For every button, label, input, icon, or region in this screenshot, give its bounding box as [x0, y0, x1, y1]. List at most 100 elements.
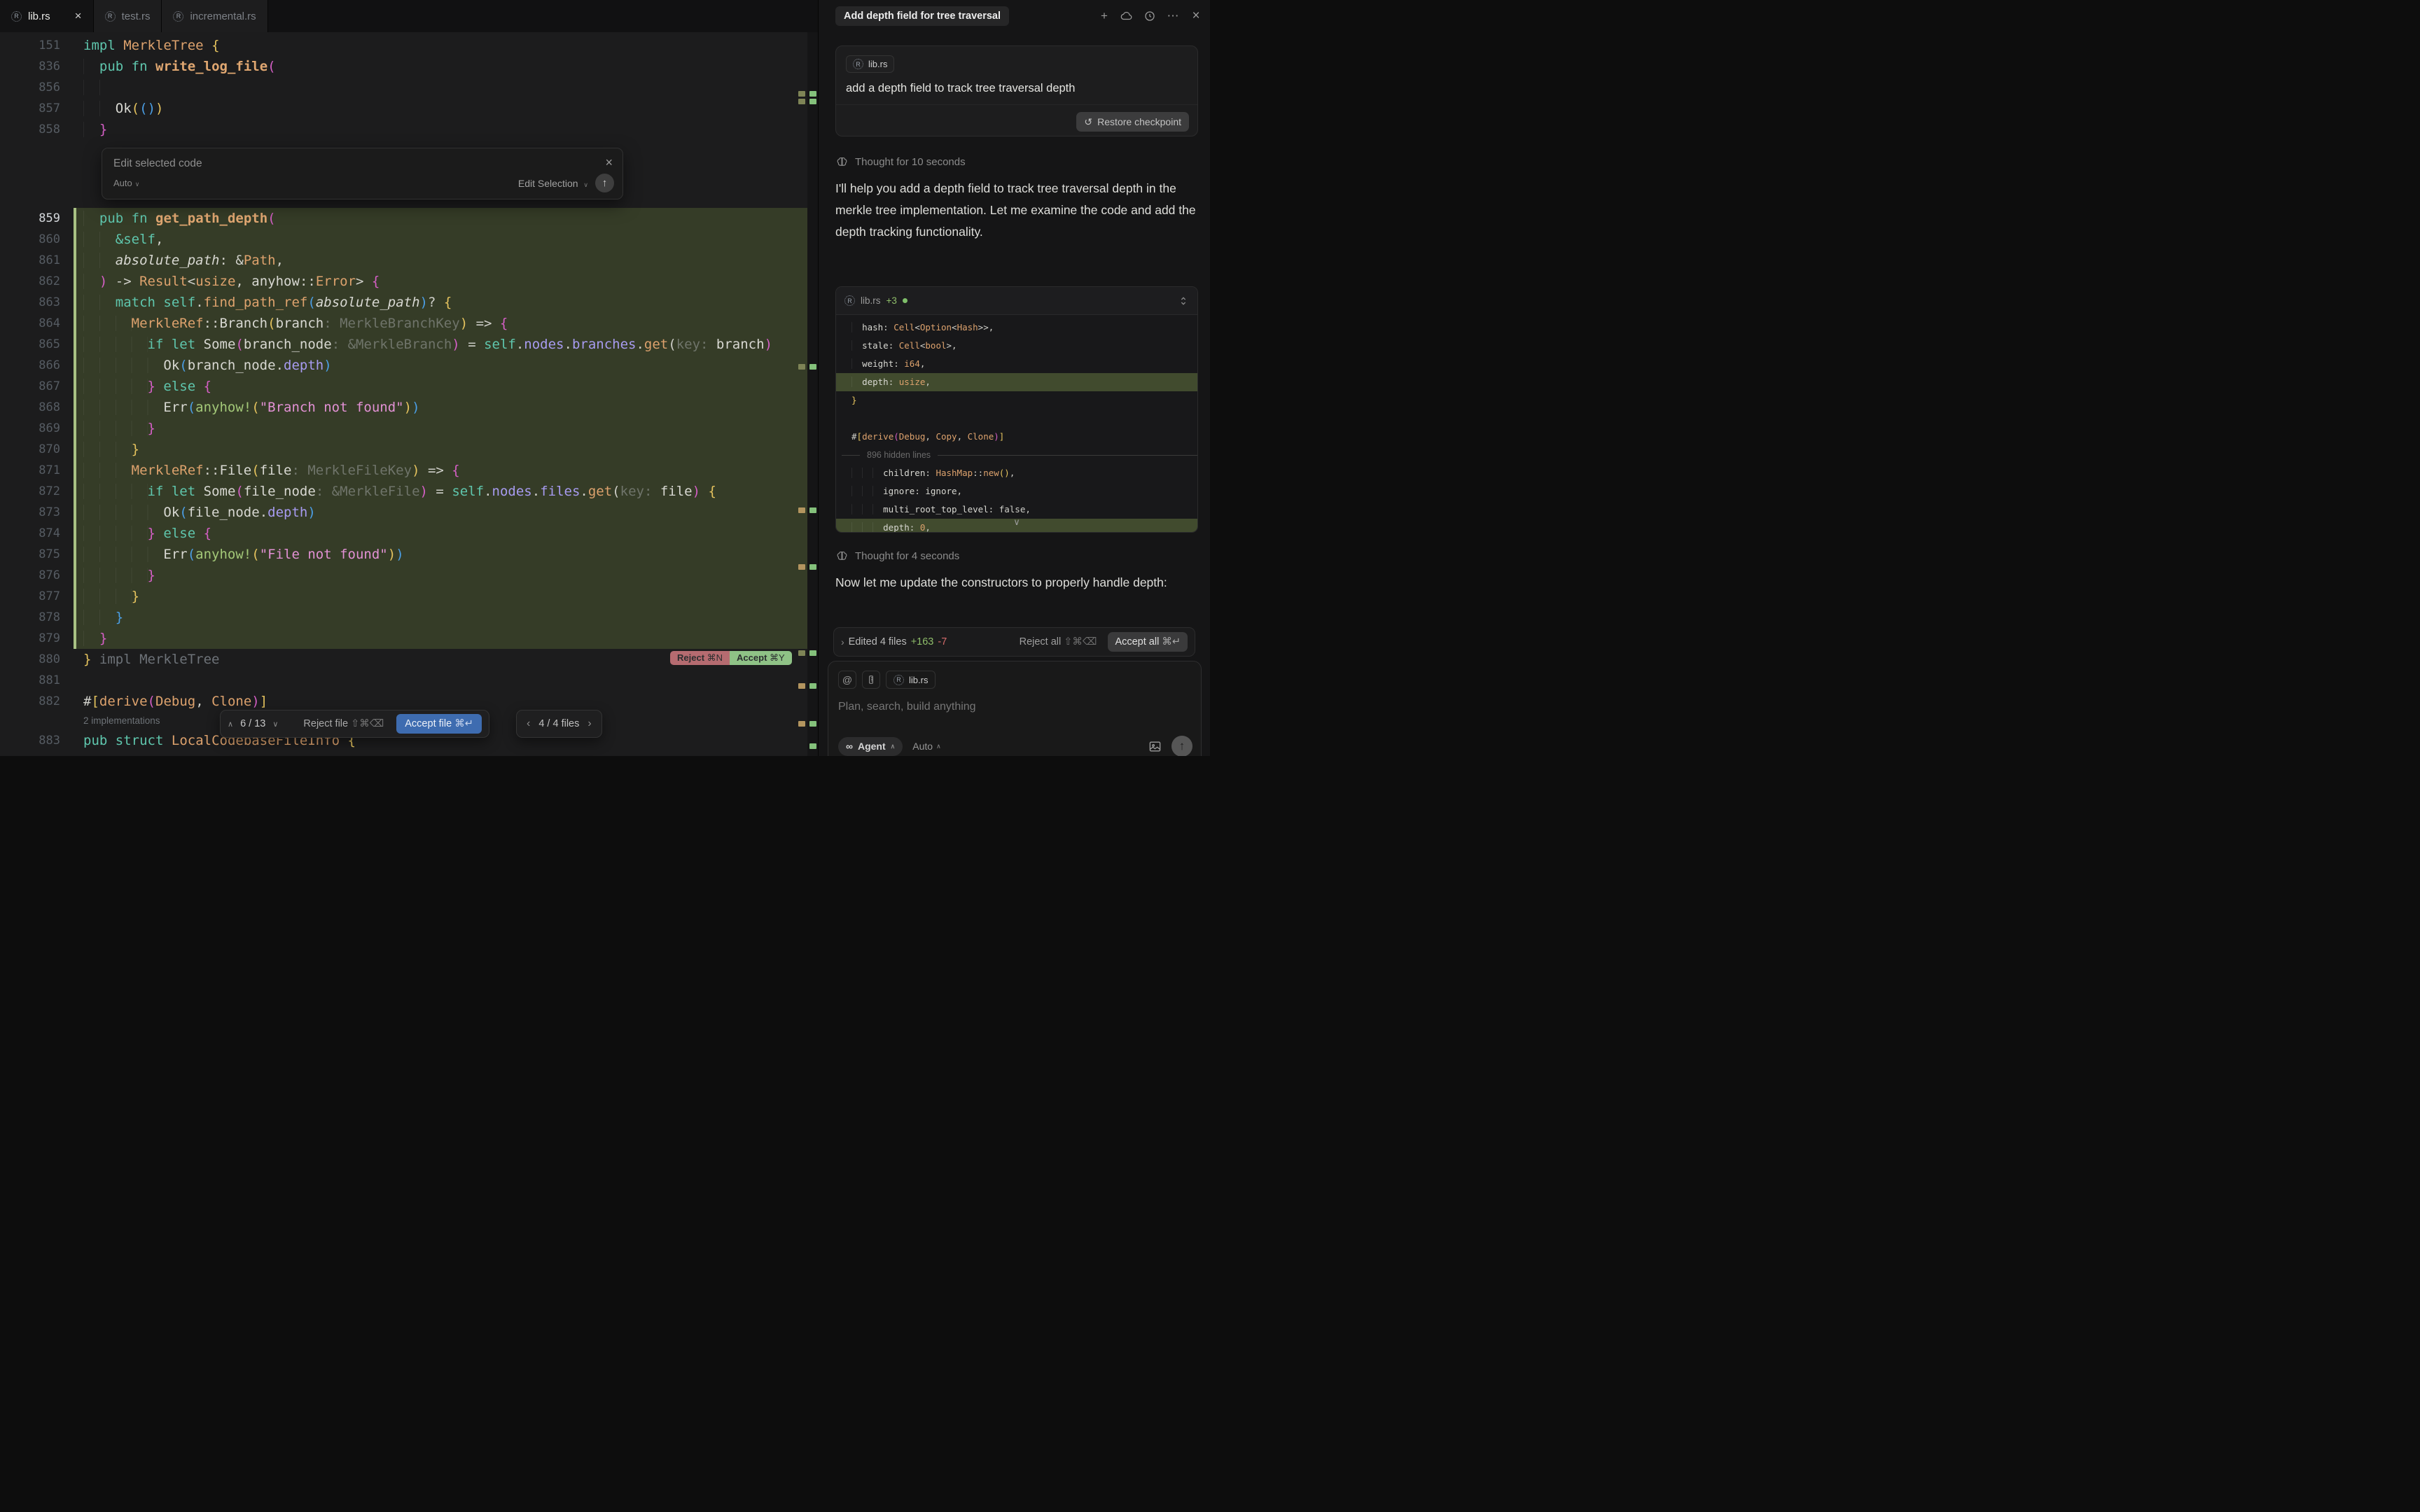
code-line[interactable]: 864 MerkleRef::Branch(branch: MerkleBran…	[0, 313, 807, 334]
close-icon[interactable]: ×	[605, 155, 613, 170]
edit-selected-code-dialog: Edit selected code × Auto∨ Edit Selectio…	[102, 148, 623, 200]
app-window: R lib.rs × R test.rs R incremental.rs 15…	[0, 0, 1210, 756]
reject-file-button[interactable]: Reject file ⇧⌘⌫	[303, 718, 384, 729]
minimap-change-marker	[798, 364, 805, 370]
chat-composer[interactable]: @ R lib.rs Plan, search, build anything …	[828, 661, 1202, 756]
code-line[interactable]: 873 Ok(file_node.depth)	[0, 502, 807, 523]
expand-chevron-icon[interactable]: ›	[841, 636, 844, 648]
tab-incremental-rs[interactable]: R incremental.rs	[162, 0, 267, 32]
attach-image-icon[interactable]	[1148, 740, 1162, 753]
more-options-icon[interactable]: ⋯	[1166, 9, 1180, 23]
code-line[interactable]: 858 }	[0, 119, 807, 140]
code-line[interactable]: 869 }	[0, 418, 807, 439]
code-line[interactable]: 872 if let Some(file_node: &MerkleFile) …	[0, 481, 807, 502]
code-viewport[interactable]: 151impl MerkleTree {836 pub fn write_log…	[0, 32, 818, 756]
minimap-change-marker	[809, 650, 816, 656]
model-dropdown[interactable]: Auto ∧	[912, 741, 940, 752]
user-message-text: add a depth field to track tree traversa…	[846, 82, 1188, 95]
code-line[interactable]: 861 absolute_path: &Path,	[0, 250, 807, 271]
new-chat-icon[interactable]: +	[1097, 9, 1111, 23]
code-line[interactable]: 879 }	[0, 628, 807, 649]
code-line[interactable]: 863 match self.find_path_ref(absolute_pa…	[0, 292, 807, 313]
code-line[interactable]: 862 ) -> Result<usize, anyhow::Error> {	[0, 271, 807, 292]
close-panel-icon[interactable]: ×	[1189, 9, 1203, 23]
thought-duration[interactable]: Thought for 10 seconds	[835, 155, 966, 169]
thought-duration[interactable]: Thought for 4 seconds	[835, 550, 959, 563]
rust-file-icon: R	[853, 59, 863, 69]
diff-code-line: stale: Cell<bool>,	[836, 337, 1197, 355]
minimap-change-marker	[809, 683, 816, 689]
diff-card-header[interactable]: R lib.rs +3	[836, 287, 1197, 315]
close-tab-icon[interactable]: ×	[75, 9, 82, 23]
minimap-change-marker	[798, 721, 805, 727]
diff-code-line: children: HashMap::new(),	[836, 464, 1197, 482]
assistant-message: I'll help you add a depth field to track…	[835, 178, 1197, 243]
code-line[interactable]: 871 MerkleRef::File(file: MerkleFileKey)…	[0, 460, 807, 481]
chat-thread-title[interactable]: Add depth field for tree traversal	[835, 6, 1009, 26]
edit-selection-dropdown[interactable]: Edit Selection ∨	[518, 178, 588, 189]
history-icon[interactable]	[1143, 9, 1157, 23]
reject-diff-button[interactable]: Reject ⌘N	[670, 651, 730, 665]
code-line[interactable]: 857 Ok(())	[0, 98, 807, 119]
code-line[interactable]: 866 Ok(branch_node.depth)	[0, 355, 807, 376]
submit-edit-button[interactable]: ↑	[595, 174, 614, 192]
change-counter: 6 / 13	[240, 718, 265, 729]
next-change-icon[interactable]: ∨	[272, 720, 278, 729]
user-message-card: R lib.rs add a depth field to track tree…	[835, 46, 1198, 136]
code-line[interactable]: 865 if let Some(branch_node: &MerkleBran…	[0, 334, 807, 355]
lines-added: +163	[911, 636, 934, 648]
expand-icon[interactable]	[1178, 295, 1189, 307]
code-line[interactable]: 881	[0, 670, 807, 691]
minimap-change-marker	[809, 743, 816, 749]
code-line[interactable]: 867 } else {	[0, 376, 807, 397]
accept-file-button[interactable]: Accept file ⌘↵	[396, 714, 482, 734]
code-line[interactable]: 877 }	[0, 586, 807, 607]
undo-icon: ↺	[1084, 116, 1092, 128]
prev-file-icon[interactable]: ‹	[527, 718, 530, 730]
next-file-icon[interactable]: ›	[587, 718, 591, 730]
code-line[interactable]: 870 }	[0, 439, 807, 460]
minimap-change-marker	[798, 507, 805, 513]
code-line[interactable]: 874 } else {	[0, 523, 807, 544]
hidden-lines-separator[interactable]: 896 hidden lines	[836, 446, 1197, 464]
code-line[interactable]: 860 &self,	[0, 229, 807, 250]
diff-code-line	[836, 410, 1197, 428]
code-line[interactable]: 875 Err(anyhow!("File not found"))	[0, 544, 807, 565]
agent-mode-dropdown[interactable]: ∞ Agent ∧	[838, 737, 903, 756]
code-line[interactable]: 882#[derive(Debug, Clone)]	[0, 691, 807, 712]
edited-files-bar: › Edited 4 files +163 -7 Reject all ⇧⌘⌫ …	[833, 627, 1195, 657]
composer-input[interactable]: Plan, search, build anything	[838, 701, 1191, 713]
send-button[interactable]: ↑	[1171, 736, 1192, 756]
restore-checkpoint-button[interactable]: ↺ Restore checkpoint	[1076, 112, 1189, 132]
code-line[interactable]: 151impl MerkleTree {	[0, 35, 807, 56]
minimap-change-marker	[809, 564, 816, 570]
diff-code-body[interactable]: hash: Cell<Option<Hash>>, stale: Cell<bo…	[836, 315, 1197, 533]
model-auto-dropdown[interactable]: Auto∨	[113, 178, 139, 188]
accept-all-button[interactable]: Accept all ⌘↵	[1108, 632, 1188, 652]
code-line[interactable]: 878 }	[0, 607, 807, 628]
attached-file-chip[interactable]: R lib.rs	[846, 55, 894, 73]
chevron-down-icon: ∨	[135, 181, 140, 188]
tab-lib-rs[interactable]: R lib.rs ×	[0, 0, 94, 32]
code-line[interactable]: 868 Err(anyhow!("Branch not found"))	[0, 397, 807, 418]
code-line[interactable]: 859 pub fn get_path_depth(	[0, 208, 807, 229]
scroll-down-icon[interactable]: ∨	[1013, 517, 1020, 528]
tab-test-rs[interactable]: R test.rs	[94, 0, 162, 32]
code-line[interactable]: 876 }	[0, 565, 807, 586]
minimap-change-marker	[798, 99, 805, 104]
mention-button[interactable]: @	[838, 671, 856, 689]
code-line[interactable]: 836 pub fn write_log_file(	[0, 56, 807, 77]
prev-change-icon[interactable]: ∧	[228, 720, 233, 729]
minimap-change-marker	[798, 91, 805, 97]
code-editor: R lib.rs × R test.rs R incremental.rs 15…	[0, 0, 818, 756]
context-file-chip[interactable]: R lib.rs	[886, 671, 936, 689]
code-line[interactable]: 856	[0, 77, 807, 98]
ai-chat-panel: Add depth field for tree traversal + ⋯ ×…	[818, 0, 1210, 756]
reject-all-button[interactable]: Reject all ⇧⌘⌫	[1020, 636, 1097, 648]
rules-icon[interactable]	[862, 671, 880, 689]
edit-dialog-placeholder[interactable]: Edit selected code	[113, 158, 611, 170]
edited-files-summary[interactable]: Edited 4 files	[849, 636, 907, 648]
minimap[interactable]	[807, 32, 818, 756]
cloud-icon[interactable]	[1120, 9, 1134, 23]
accept-diff-button[interactable]: Accept ⌘Y	[730, 651, 792, 665]
